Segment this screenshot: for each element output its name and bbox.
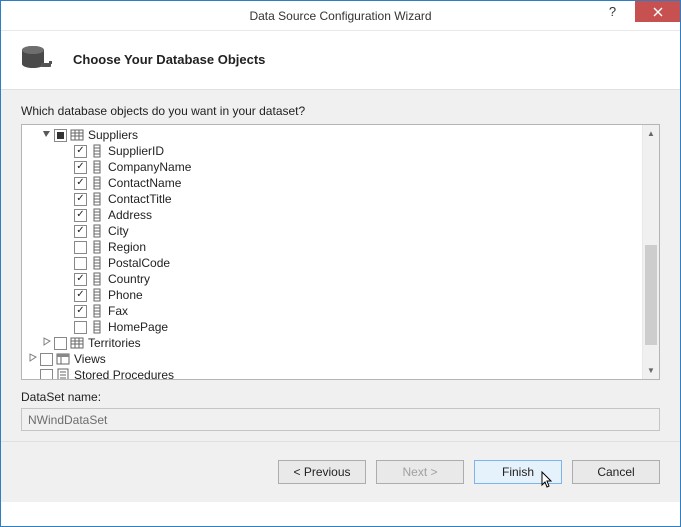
cancel-button[interactable]: Cancel <box>572 460 660 484</box>
close-icon <box>653 7 663 17</box>
close-button[interactable] <box>635 1 680 22</box>
tree-label: Suppliers <box>88 127 138 143</box>
checkbox-suppliers[interactable] <box>54 129 67 142</box>
tree-node-sprocs[interactable]: ▸ Stored Procedures <box>26 367 655 380</box>
prompt-label: Which database objects do you want in yo… <box>21 104 660 118</box>
tree-label: ContactTitle <box>108 191 172 207</box>
checkbox-territories[interactable] <box>54 337 67 350</box>
checkbox[interactable]: ✓ <box>74 145 87 158</box>
tree-label: ContactName <box>108 175 181 191</box>
scroll-up-icon[interactable]: ▲ <box>643 125 659 142</box>
help-button[interactable]: ? <box>590 1 635 22</box>
next-button: Next > <box>376 460 464 484</box>
page-title: Choose Your Database Objects <box>73 52 265 67</box>
tree-node-column[interactable]: ✓ City <box>26 223 655 239</box>
button-label: Cancel <box>597 465 634 479</box>
column-icon <box>90 256 104 270</box>
tree-node-column[interactable]: ✓ ContactName <box>26 175 655 191</box>
tree-node-column[interactable]: ✓ Address <box>26 207 655 223</box>
views-icon <box>56 352 70 366</box>
tree-label: CompanyName <box>108 159 191 175</box>
objects-tree[interactable]: Suppliers ✓ SupplierID ✓ CompanyName ✓ Cont… <box>21 124 660 380</box>
cursor-icon <box>541 471 555 489</box>
checkbox[interactable]: ✓ <box>74 193 87 206</box>
tree-label: PostalCode <box>108 255 170 271</box>
scroll-thumb[interactable] <box>645 245 657 345</box>
checkbox[interactable] <box>74 321 87 334</box>
button-label: Finish <box>502 465 534 479</box>
tree-label: Fax <box>108 303 128 319</box>
column-icon <box>90 160 104 174</box>
scrollbar[interactable]: ▲ ▼ <box>642 125 659 379</box>
column-icon <box>90 288 104 302</box>
tree-label: City <box>108 223 129 239</box>
tree-node-column[interactable]: ✓ Phone <box>26 287 655 303</box>
expand-icon[interactable] <box>26 351 38 367</box>
checkbox[interactable]: ✓ <box>74 289 87 302</box>
tree-label: Views <box>74 351 106 367</box>
window-controls: ? <box>590 1 680 30</box>
dataset-name-label: DataSet name: <box>21 390 660 404</box>
checkbox-views[interactable] <box>40 353 53 366</box>
wizard-content: Which database objects do you want in yo… <box>1 89 680 441</box>
tree-node-column[interactable]: Region <box>26 239 655 255</box>
window-title: Data Source Configuration Wizard <box>1 9 680 23</box>
tree-label: Address <box>108 207 152 223</box>
checkbox[interactable]: ✓ <box>74 177 87 190</box>
column-icon <box>90 304 104 318</box>
tree-node-column[interactable]: HomePage <box>26 319 655 335</box>
expand-icon[interactable] <box>40 335 52 351</box>
checkbox[interactable]: ✓ <box>74 209 87 222</box>
tree-node-suppliers[interactable]: Suppliers <box>26 127 655 143</box>
column-icon <box>90 176 104 190</box>
column-icon <box>90 144 104 158</box>
tree-node-column[interactable]: ✓ CompanyName <box>26 159 655 175</box>
checkbox[interactable] <box>74 257 87 270</box>
previous-button[interactable]: < Previous <box>278 460 366 484</box>
tree-node-column[interactable]: ✓ SupplierID <box>26 143 655 159</box>
tree-node-column[interactable]: ✓ Country <box>26 271 655 287</box>
checkbox[interactable]: ✓ <box>74 161 87 174</box>
checkbox-sprocs[interactable] <box>40 369 53 381</box>
tree-node-column[interactable]: ✓ Fax <box>26 303 655 319</box>
tree-node-views[interactable]: Views <box>26 351 655 367</box>
tree-label: Territories <box>88 335 141 351</box>
checkbox[interactable]: ✓ <box>74 305 87 318</box>
table-icon <box>70 128 84 142</box>
table-icon <box>70 336 84 350</box>
tree-label: Stored Procedures <box>74 367 174 380</box>
tree-label: SupplierID <box>108 143 164 159</box>
column-icon <box>90 224 104 238</box>
checkbox[interactable]: ✓ <box>74 225 87 238</box>
tree-label: HomePage <box>108 319 168 335</box>
tree-label: Country <box>108 271 150 287</box>
checkbox[interactable] <box>74 241 87 254</box>
database-icon <box>21 45 53 73</box>
wizard-header: Choose Your Database Objects <box>1 31 680 89</box>
dataset-name-input[interactable] <box>21 408 660 431</box>
titlebar: Data Source Configuration Wizard ? <box>1 1 680 31</box>
tree-label: Phone <box>108 287 143 303</box>
column-icon <box>90 272 104 286</box>
checkbox[interactable]: ✓ <box>74 273 87 286</box>
tree-node-column[interactable]: ✓ ContactTitle <box>26 191 655 207</box>
button-label: < Previous <box>293 465 350 479</box>
column-icon <box>90 192 104 206</box>
stored-procedures-icon <box>56 368 70 380</box>
button-label: Next > <box>402 465 437 479</box>
collapse-icon[interactable] <box>40 127 52 143</box>
tree-label: Region <box>108 239 146 255</box>
column-icon <box>90 208 104 222</box>
scroll-down-icon[interactable]: ▼ <box>643 362 659 379</box>
column-icon <box>90 320 104 334</box>
finish-button[interactable]: Finish <box>474 460 562 484</box>
tree-root: Suppliers ✓ SupplierID ✓ CompanyName ✓ Cont… <box>22 125 659 380</box>
column-icon <box>90 240 104 254</box>
wizard-footer: < Previous Next > Finish Cancel <box>1 441 680 502</box>
tree-node-territories[interactable]: Territories <box>26 335 655 351</box>
tree-node-column[interactable]: PostalCode <box>26 255 655 271</box>
